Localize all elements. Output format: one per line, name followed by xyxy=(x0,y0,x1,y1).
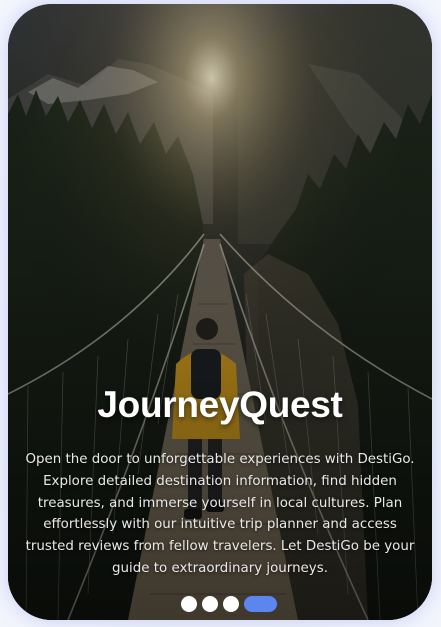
page-dot-4-active[interactable] xyxy=(244,596,277,612)
app-title: JourneyQuest xyxy=(97,384,343,425)
page-dot-2[interactable] xyxy=(202,596,218,612)
page-dot-3[interactable] xyxy=(223,596,239,612)
screen: JourneyQuest Open the door to unforgetta… xyxy=(0,0,441,627)
page-dot-1[interactable] xyxy=(181,596,197,612)
page-indicator xyxy=(8,596,432,612)
app-description: Open the door to unforgettable experienc… xyxy=(25,452,415,576)
onboarding-card: JourneyQuest Open the door to unforgetta… xyxy=(8,4,432,620)
